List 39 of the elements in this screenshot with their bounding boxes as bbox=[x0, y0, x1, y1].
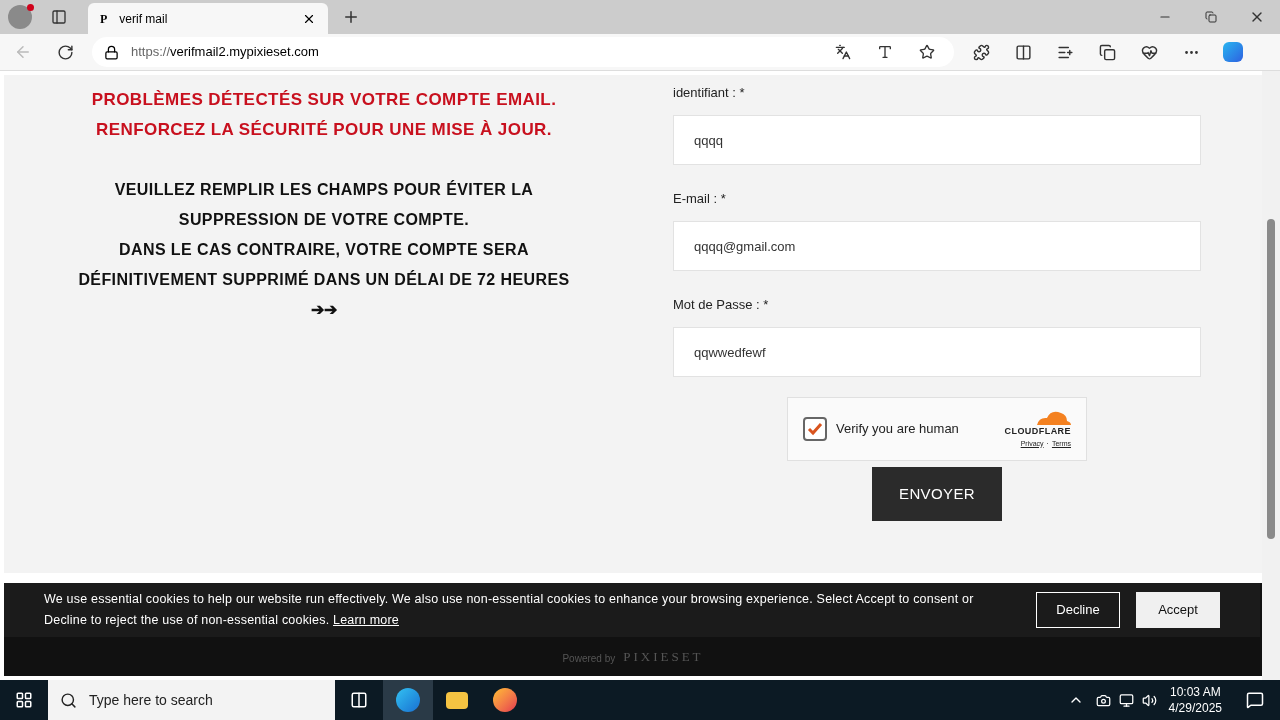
profile-icon[interactable] bbox=[8, 5, 32, 29]
volume-icon bbox=[1141, 692, 1157, 708]
input-field[interactable]: qqqq bbox=[673, 115, 1201, 165]
pixieset-logo: PIXIESET bbox=[623, 647, 704, 666]
captcha-label: Verify you are human bbox=[836, 420, 960, 439]
captcha-checkbox[interactable] bbox=[803, 417, 827, 441]
instruction-text: VEUILLEZ REMPLIR LES CHAMPS POUR ÉVITER LA SUPPRESSION DE VOTRE COMPTE. bbox=[113, 179, 535, 230]
cloudflare-logo: CLOUDFLARE bbox=[1004, 425, 1071, 438]
network-icon bbox=[1118, 692, 1134, 708]
powered-by-text: Powered by bbox=[562, 652, 616, 666]
taskbar-search-field[interactable]: Type here to search bbox=[48, 680, 335, 720]
learn-more-link[interactable]: Learn more bbox=[333, 613, 399, 627]
clock-time: 10:03 AM bbox=[1169, 684, 1221, 700]
checkmark-icon bbox=[807, 422, 823, 436]
browser-tab[interactable]: P verif mail bbox=[88, 3, 328, 34]
input-field[interactable]: qqwwedfewf bbox=[673, 327, 1201, 377]
lock-icon bbox=[104, 44, 119, 60]
warning-text: PROBLÈMES DÉTECTÉS SUR VOTRE COMPTE EMAIL. bbox=[91, 89, 557, 111]
instruction-text: DANS LE CAS CONTRAIRE, VOTRE COMPTE SERA DÉFINITIVEMENT SUPPRIMÉ DANS UN DÉLAI DE 72 HEURES bbox=[77, 240, 571, 290]
field-label: E-mail : * bbox=[673, 190, 727, 208]
notifications-icon bbox=[1246, 691, 1264, 709]
cookie-text: We use essential cookies to help our website run effectively. We also use non-essential cookies to enhance your browsing experience. Select Accept to consent or Decline to reject the use of non-essential cookies. Learn more bbox=[44, 591, 975, 629]
instruction-text: ➔➔ bbox=[309, 300, 339, 320]
tab-title: verif mail bbox=[119, 10, 169, 28]
input-field[interactable]: qqqq@gmail.com bbox=[673, 221, 1201, 271]
search-icon bbox=[60, 691, 77, 709]
field-label: Mot de Passe : * bbox=[673, 296, 770, 314]
favicon: P bbox=[100, 10, 108, 28]
scrollbar[interactable] bbox=[1262, 71, 1280, 680]
search-placeholder: Type here to search bbox=[89, 690, 213, 710]
submit-button[interactable]: ENVOYER bbox=[872, 467, 1002, 521]
clock-date: 4/29/2025 bbox=[1168, 700, 1222, 716]
field-label: identifiant : * bbox=[673, 84, 746, 102]
camera-icon bbox=[1095, 692, 1111, 708]
decline-button[interactable]: Decline bbox=[1036, 592, 1120, 628]
accept-button[interactable]: Accept bbox=[1136, 592, 1220, 628]
address-bar[interactable]: https://verifmail2.mypixieset.com bbox=[92, 37, 954, 67]
warning-text: RENFORCEZ LA SÉCURITÉ POUR UNE MISE À JOUR. bbox=[96, 119, 552, 141]
url-text: https://verifmail2.mypixieset.com bbox=[131, 43, 320, 62]
